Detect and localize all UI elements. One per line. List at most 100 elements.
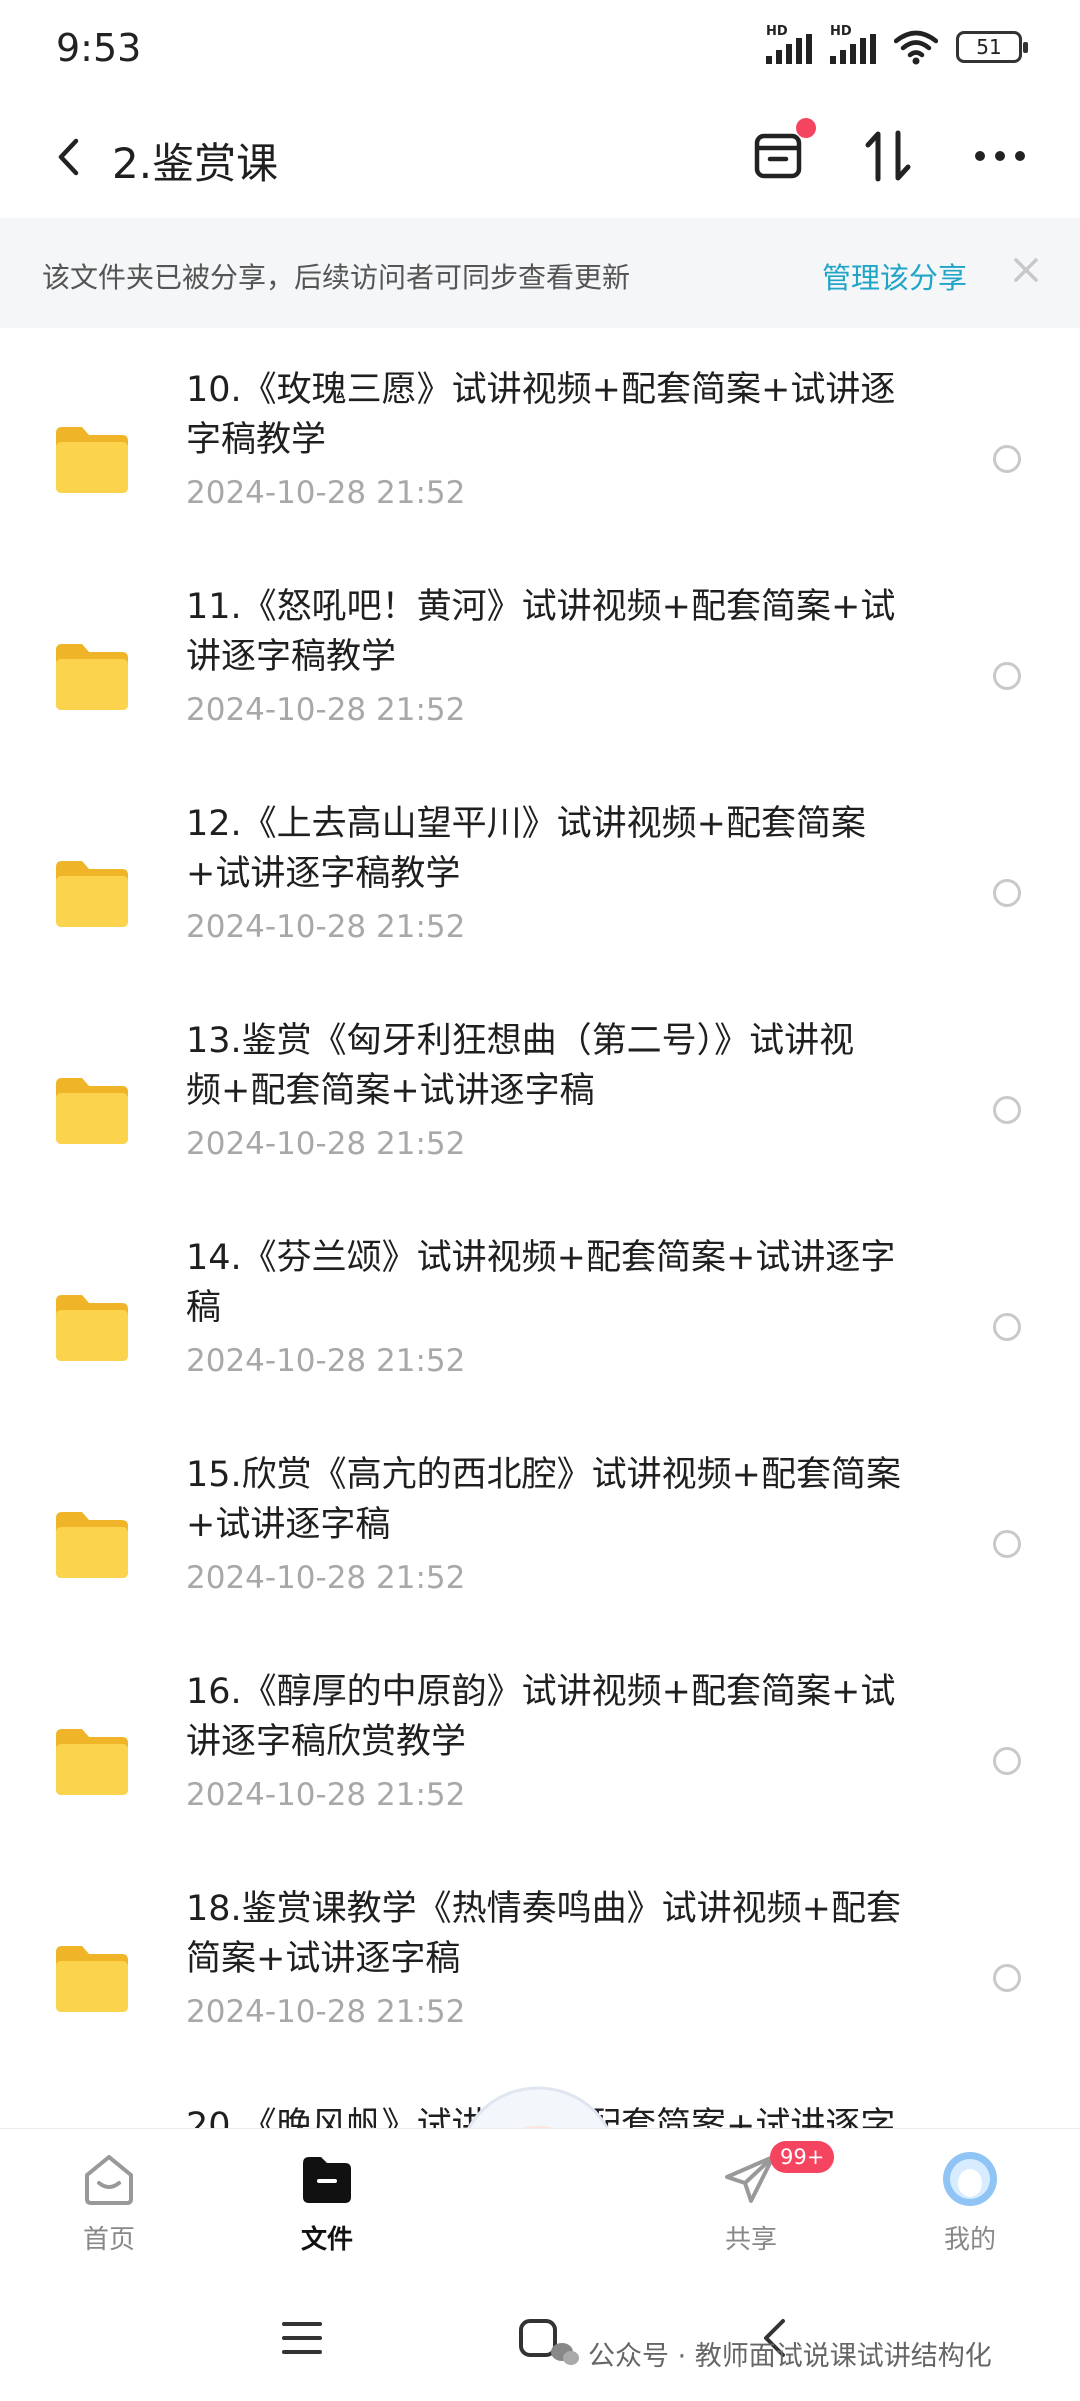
battery-icon: 51 — [956, 31, 1028, 63]
sort-arrows-icon — [865, 130, 911, 182]
tab-share-label: 共享 — [724, 2225, 777, 2255]
select-checkbox[interactable] — [993, 879, 1021, 907]
files-folder-icon — [303, 2157, 351, 2203]
list-item-text: 12.《上去高山望平川》试讲视频+配套简案 +试讲逐字稿教学 2024-10-2… — [186, 799, 946, 945]
folder-icon — [56, 861, 128, 927]
list-item-text: 10.《玫瑰三愿》试讲视频+配套简案+试讲逐 字稿教学 2024-10-28 2… — [186, 365, 946, 511]
file-date: 2024-10-28 21:52 — [186, 1560, 466, 1596]
tab-mine-label: 我的 — [943, 2225, 996, 2255]
list-item[interactable]: 10.《玫瑰三愿》试讲视频+配套简案+试讲逐 字稿教学 2024-10-28 2… — [0, 365, 1080, 582]
file-name-line1: 10.《玫瑰三愿》试讲视频+配套简案+试讲逐 — [186, 370, 896, 410]
cell-signal-icon: HD — [766, 24, 812, 66]
nav-menu-button[interactable] — [272, 2308, 332, 2368]
list-item[interactable]: 16.《醇厚的中原韵》试讲视频+配套简案+试 讲逐字稿欣赏教学 2024-10-… — [0, 1667, 1080, 1884]
list-item[interactable]: 11.《怒吼吧！黄河》试讲视频+配套简案+试 讲逐字稿教学 2024-10-28… — [0, 582, 1080, 799]
select-checkbox[interactable] — [993, 1096, 1021, 1124]
file-date: 2024-10-28 21:52 — [186, 692, 466, 728]
select-checkbox[interactable] — [993, 1530, 1021, 1558]
share-banner-text: 该文件夹已被分享，后续访问者可同步查看更新 — [42, 261, 631, 294]
cell-signal-icon-2: HD — [830, 24, 876, 66]
banner-close-button[interactable] — [1004, 248, 1048, 292]
status-time: 9:53 — [56, 26, 142, 70]
folder-icon — [56, 427, 128, 493]
file-name-line2: +试讲逐字稿教学 — [186, 854, 461, 894]
menu-icon — [282, 2322, 322, 2354]
select-checkbox[interactable] — [993, 1747, 1021, 1775]
file-list: 10.《玫瑰三愿》试讲视频+配套简案+试讲逐 字稿教学 2024-10-28 2… — [0, 328, 1080, 2128]
list-item-text: 14.《芬兰颂》试讲视频+配套简案+试讲逐字 稿 2024-10-28 21:5… — [186, 1233, 946, 1379]
status-icons: HD HD 51 — [766, 24, 1028, 66]
tab-home-label: 首页 — [82, 2225, 135, 2255]
battery-level: 51 — [976, 35, 1002, 59]
file-date: 2024-10-28 21:52 — [186, 1343, 466, 1379]
folder-icon — [56, 644, 128, 710]
bottom-tab-bar: 首页 文件 99+ 共享 我的 — [0, 2128, 1080, 2278]
sort-button[interactable] — [856, 124, 920, 188]
back-button[interactable] — [44, 130, 92, 184]
file-name-line1: 18.鉴赏课教学《热情奏鸣曲》试讲视频+配套 — [186, 1889, 901, 1929]
list-item-text: 11.《怒吼吧！黄河》试讲视频+配套简案+试 讲逐字稿教学 2024-10-28… — [186, 582, 946, 728]
file-date: 2024-10-28 21:52 — [186, 1777, 466, 1813]
file-name-line1: 16.《醇厚的中原韵》试讲视频+配套简案+试 — [186, 1672, 896, 1712]
avatar-icon — [943, 2152, 997, 2206]
file-date: 2024-10-28 21:52 — [186, 1126, 466, 1162]
select-checkbox[interactable] — [993, 445, 1021, 473]
select-checkbox[interactable] — [993, 1964, 1021, 1992]
watermark-text: 公众号 · 教师面试说课试讲结构化 — [588, 2341, 992, 2372]
list-item-text: 15.欣赏《高亢的西北腔》试讲视频+配套简案 +试讲逐字稿 2024-10-28… — [186, 1450, 946, 1596]
file-name-line1: 11.《怒吼吧！黄河》试讲视频+配套简案+试 — [186, 587, 896, 627]
more-button[interactable] — [968, 124, 1032, 188]
tab-mine[interactable]: 我的 — [895, 2129, 1045, 2279]
back-arrow-icon — [58, 138, 79, 176]
file-date: 2024-10-28 21:52 — [186, 475, 466, 511]
wechat-icon — [551, 2342, 579, 2365]
close-icon — [1014, 258, 1038, 282]
file-name-line2: 简案+试讲逐字稿 — [186, 1939, 461, 1979]
inbox-tray-icon — [754, 133, 802, 179]
notification-dot — [796, 118, 816, 138]
file-name-line1: 14.《芬兰颂》试讲视频+配套简案+试讲逐字 — [186, 1238, 896, 1278]
list-item[interactable]: 12.《上去高山望平川》试讲视频+配套简案 +试讲逐字稿教学 2024-10-2… — [0, 799, 1080, 1016]
watermark: 公众号 · 教师面试说课试讲结构化 — [550, 2334, 992, 2373]
list-item[interactable]: 13.鉴赏《匈牙利狂想曲（第二号）》试讲视 频+配套简案+试讲逐字稿 2024-… — [0, 1016, 1080, 1233]
list-item[interactable]: 15.欣赏《高亢的西北腔》试讲视频+配套简案 +试讲逐字稿 2024-10-28… — [0, 1450, 1080, 1667]
file-name-line2: +试讲逐字稿 — [186, 1505, 391, 1545]
file-name-line1: 13.鉴赏《匈牙利狂想曲（第二号）》试讲视 — [186, 1021, 855, 1061]
select-checkbox[interactable] — [993, 1313, 1021, 1341]
file-name-line1: 15.欣赏《高亢的西北腔》试讲视频+配套简案 — [186, 1455, 901, 1495]
status-bar: 9:53 HD HD 51 — [0, 0, 1080, 96]
list-item-text: 13.鉴赏《匈牙利狂想曲（第二号）》试讲视 频+配套简案+试讲逐字稿 2024-… — [186, 1016, 946, 1162]
folder-icon — [56, 1078, 128, 1144]
file-name-line2: 频+配套简案+试讲逐字稿 — [186, 1071, 595, 1111]
list-item-text: 18.鉴赏课教学《热情奏鸣曲》试讲视频+配套 简案+试讲逐字稿 2024-10-… — [186, 1884, 946, 2030]
file-name-line1: 12.《上去高山望平川》试讲视频+配套简案 — [186, 804, 866, 844]
more-dots-icon — [975, 151, 1025, 161]
folder-icon — [56, 1295, 128, 1361]
select-checkbox[interactable] — [993, 662, 1021, 690]
tab-files[interactable]: 文件 — [252, 2129, 402, 2279]
list-item-text: 16.《醇厚的中原韵》试讲视频+配套简案+试 讲逐字稿欣赏教学 2024-10-… — [186, 1667, 946, 1813]
transfer-list-button[interactable] — [746, 118, 816, 188]
system-nav-bar: 公众号 · 教师面试说课试讲结构化 — [0, 2278, 1080, 2401]
header: 2.鉴赏课 — [0, 96, 1080, 218]
folder-icon — [56, 1946, 128, 2012]
file-name-line2: 字稿教学 — [186, 420, 327, 460]
file-name-line2: 稿 — [186, 1288, 222, 1328]
wifi-icon — [894, 30, 938, 65]
file-name-line2: 讲逐字稿教学 — [186, 637, 397, 677]
list-item[interactable]: 18.鉴赏课教学《热情奏鸣曲》试讲视频+配套 简案+试讲逐字稿 2024-10-… — [0, 1884, 1080, 2101]
share-banner: 该文件夹已被分享，后续访问者可同步查看更新 管理该分享 — [0, 218, 1080, 328]
page-title: 2.鉴赏课 — [112, 139, 279, 188]
home-icon — [85, 2155, 133, 2205]
folder-icon — [56, 1512, 128, 1578]
list-item[interactable]: 14.《芬兰颂》试讲视频+配套简案+试讲逐字 稿 2024-10-28 21:5… — [0, 1233, 1080, 1450]
tab-files-label: 文件 — [300, 2225, 353, 2255]
file-date: 2024-10-28 21:52 — [186, 909, 466, 945]
folder-icon — [56, 1729, 128, 1795]
tab-home[interactable]: 首页 — [34, 2129, 184, 2279]
share-badge: 99+ — [770, 2141, 835, 2173]
tab-share[interactable]: 99+ 共享 — [676, 2129, 835, 2279]
manage-share-link[interactable]: 管理该分享 — [822, 255, 967, 297]
file-name-line2: 讲逐字稿欣赏教学 — [186, 1722, 467, 1762]
file-date: 2024-10-28 21:52 — [186, 1994, 466, 2030]
